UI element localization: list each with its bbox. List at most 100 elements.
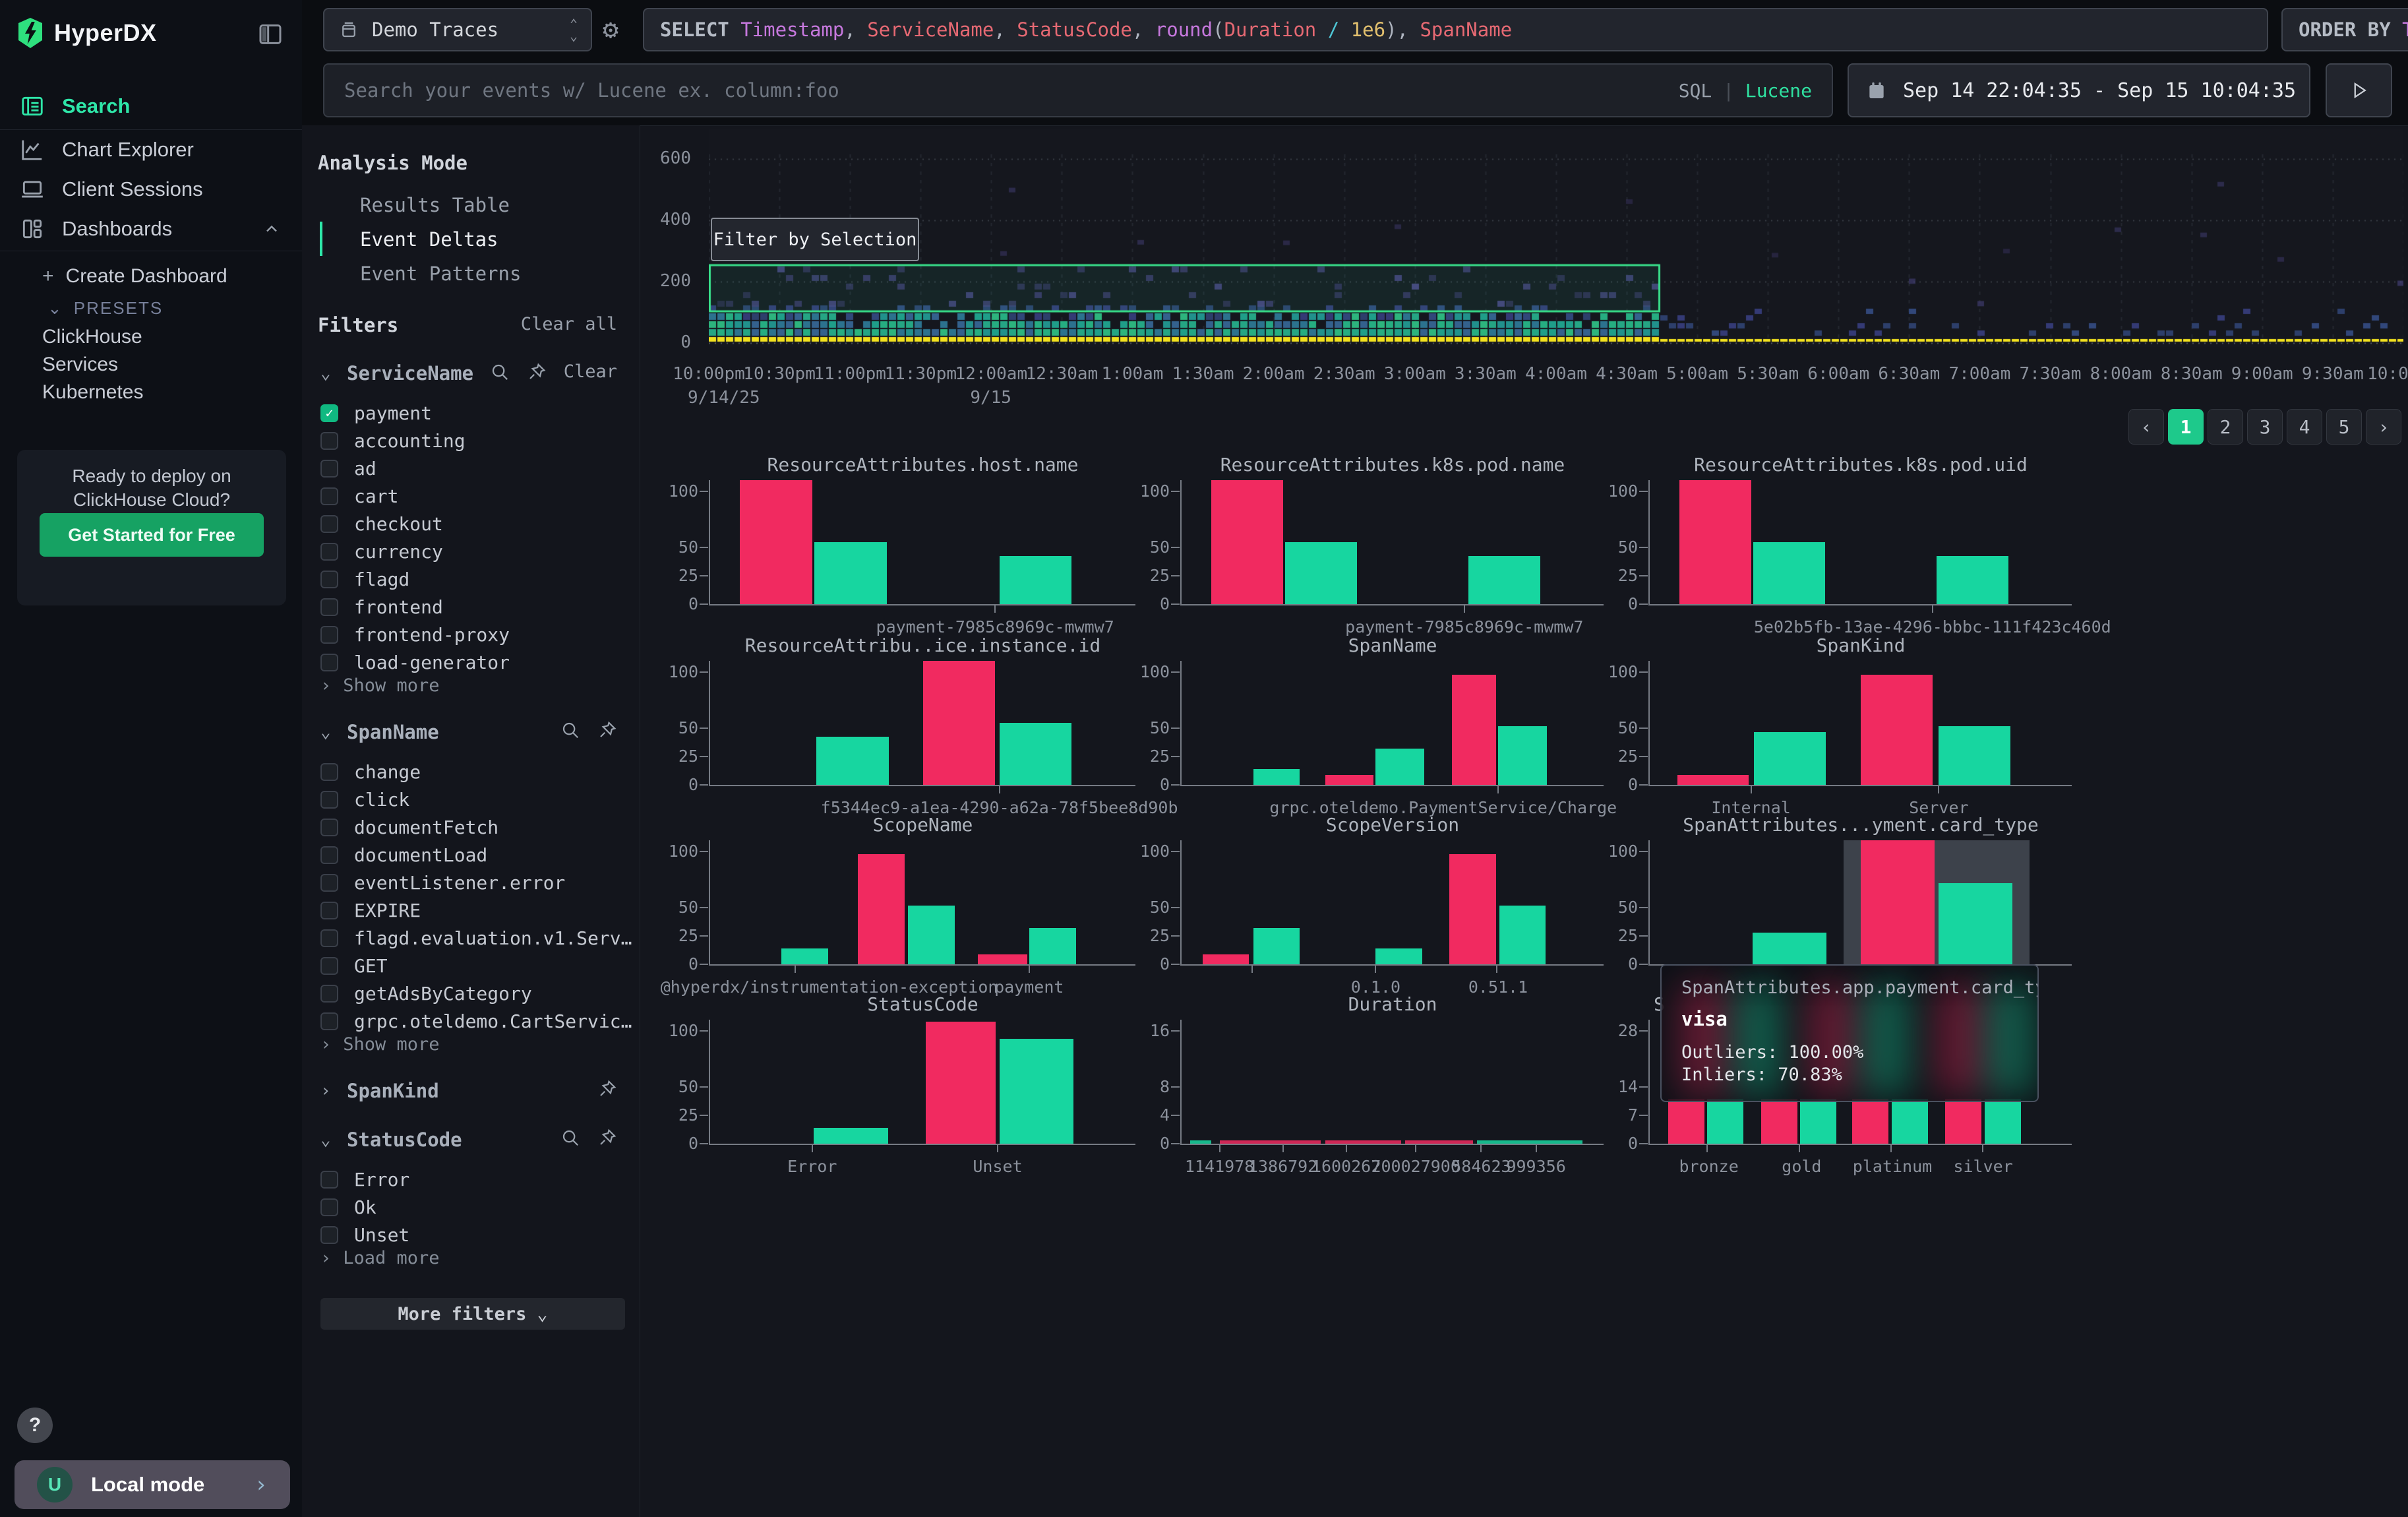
chevron-down-icon[interactable]: ⌄ <box>320 722 338 742</box>
page-button-1[interactable]: 1 <box>2168 409 2204 445</box>
checkbox-unchecked[interactable] <box>320 1226 338 1244</box>
filter-option-label[interactable]: currency <box>354 541 443 563</box>
filter-checkbox-row[interactable]: getAdsByCategory <box>320 979 532 1008</box>
filter-option-label[interactable]: load-generator <box>354 652 510 673</box>
filter-option-label[interactable]: cart <box>354 485 398 507</box>
filter-show-more[interactable]: ›Show more <box>320 1034 440 1055</box>
gear-icon[interactable]: ⚙ <box>603 15 618 45</box>
checkbox-unchecked[interactable] <box>320 487 338 505</box>
checkbox-unchecked[interactable] <box>320 515 338 533</box>
filter-option-label[interactable]: getAdsByCategory <box>354 983 532 1005</box>
analysis-mode-results-table[interactable]: Results Table <box>360 194 510 216</box>
checkbox-unchecked[interactable] <box>320 626 338 644</box>
chevron-right-icon[interactable]: › <box>320 1081 338 1101</box>
events-heatmap[interactable] <box>709 129 2403 347</box>
filter-option-label[interactable]: EXPIRE <box>354 900 421 921</box>
page-button-5[interactable]: 5 <box>2326 409 2362 445</box>
more-filters-button[interactable]: More filters⌄ <box>320 1298 625 1330</box>
filter-option-label[interactable]: Error <box>354 1169 409 1191</box>
filter-option-label[interactable]: grpc.oteldemo.CartServic… <box>354 1010 632 1032</box>
checkbox-unchecked[interactable] <box>320 957 338 975</box>
checkbox-checked[interactable]: ✓ <box>320 404 338 422</box>
page-prev-button[interactable]: ‹ <box>2128 409 2164 445</box>
filter-checkbox-row[interactable]: Error <box>320 1165 409 1194</box>
checkbox-unchecked[interactable] <box>320 1012 338 1030</box>
checkbox-unchecked[interactable] <box>320 543 338 561</box>
filter-checkbox-row[interactable]: checkout <box>320 509 443 538</box>
pin-icon[interactable] <box>597 720 617 740</box>
filter-checkbox-row[interactable]: change <box>320 757 421 786</box>
filter-option-label[interactable]: documentLoad <box>354 844 487 866</box>
sidebar-item-client-sessions[interactable]: Client Sessions <box>0 170 302 208</box>
sidebar-item-clickhouse[interactable]: ClickHouse <box>42 326 142 348</box>
filter-checkbox-row[interactable]: cart <box>320 481 398 511</box>
filter-option-label[interactable]: eventListener.error <box>354 872 565 894</box>
lucene-toggle[interactable]: Lucene <box>1745 80 1812 102</box>
filter-option-label[interactable]: accounting <box>354 430 466 452</box>
filter-checkbox-row[interactable]: documentFetch <box>320 813 498 842</box>
checkbox-unchecked[interactable] <box>320 791 338 809</box>
filter-option-label[interactable]: documentFetch <box>354 817 498 838</box>
filter-checkbox-row[interactable]: click <box>320 785 409 814</box>
checkbox-unchecked[interactable] <box>320 902 338 919</box>
local-mode-button[interactable]: U Local mode › <box>15 1460 290 1509</box>
checkbox-unchecked[interactable] <box>320 985 338 1003</box>
filter-checkbox-row[interactable]: flagd.evaluation.v1.Serv… <box>320 923 632 952</box>
filter-checkbox-row[interactable]: Ok <box>320 1192 376 1222</box>
sidebar-collapse-icon[interactable] <box>257 21 284 47</box>
filter-option-label[interactable]: Ok <box>354 1196 376 1218</box>
filter-checkbox-row[interactable]: accounting <box>320 426 466 455</box>
page-button-2[interactable]: 2 <box>2208 409 2243 445</box>
checkbox-unchecked[interactable] <box>320 1198 338 1216</box>
filter-option-label[interactable]: payment <box>354 402 432 424</box>
checkbox-unchecked[interactable] <box>320 763 338 781</box>
checkbox-unchecked[interactable] <box>320 432 338 450</box>
analysis-mode-event-patterns[interactable]: Event Patterns <box>360 263 521 285</box>
filter-option-label[interactable]: frontend <box>354 596 443 618</box>
search-icon[interactable] <box>560 1128 580 1148</box>
filter-section-name[interactable]: StatusCode <box>347 1129 462 1151</box>
chevron-down-icon[interactable]: ⌄ <box>320 363 338 383</box>
search-input[interactable]: Search your events w/ Lucene ex. column:… <box>323 63 1833 117</box>
checkbox-unchecked[interactable] <box>320 571 338 588</box>
checkbox-unchecked[interactable] <box>320 598 338 616</box>
checkbox-unchecked[interactable] <box>320 1171 338 1189</box>
pin-icon[interactable] <box>597 1128 617 1148</box>
filter-option-label[interactable]: checkout <box>354 513 443 535</box>
page-next-button[interactable]: › <box>2366 409 2401 445</box>
chevron-down-icon[interactable]: ⌄ <box>320 1130 338 1150</box>
filter-section-name[interactable]: SpanName <box>347 721 439 743</box>
filter-checkbox-row[interactable]: EXPIRE <box>320 896 421 925</box>
filter-option-label[interactable]: change <box>354 761 421 783</box>
source-select[interactable]: Demo Traces ⌃⌄ <box>323 8 592 51</box>
date-range-picker[interactable]: Sep 14 22:04:35 - Sep 15 10:04:35 <box>1848 63 2310 117</box>
checkbox-unchecked[interactable] <box>320 654 338 671</box>
filter-option-label[interactable]: flagd.evaluation.v1.Serv… <box>354 927 632 949</box>
run-query-button[interactable] <box>2326 63 2392 117</box>
pin-icon[interactable] <box>597 1079 617 1099</box>
filter-option-label[interactable]: frontend-proxy <box>354 624 510 646</box>
get-started-button[interactable]: Get Started for Free <box>40 513 264 557</box>
help-button[interactable]: ? <box>17 1408 53 1443</box>
filter-option-label[interactable]: flagd <box>354 569 409 590</box>
clear-section-button[interactable]: Clear <box>564 361 617 382</box>
filter-checkbox-row[interactable]: frontend <box>320 592 443 621</box>
filter-option-label[interactable]: GET <box>354 955 388 977</box>
filter-option-label[interactable]: ad <box>354 458 376 480</box>
filter-section-name[interactable]: SpanKind <box>347 1080 439 1102</box>
filter-by-selection-button[interactable]: Filter by Selection <box>711 218 919 261</box>
checkbox-unchecked[interactable] <box>320 929 338 947</box>
filter-checkbox-row[interactable]: documentLoad <box>320 840 487 869</box>
sidebar-item-search[interactable]: Search <box>0 87 302 125</box>
filter-checkbox-row[interactable]: grpc.oteldemo.CartServic… <box>320 1006 632 1036</box>
checkbox-unchecked[interactable] <box>320 460 338 478</box>
search-icon[interactable] <box>560 720 580 740</box>
filter-checkbox-row[interactable]: load-generator <box>320 648 510 677</box>
search-icon[interactable] <box>490 362 510 382</box>
filter-option-label[interactable]: click <box>354 789 409 811</box>
filter-show-more[interactable]: ›Show more <box>320 675 440 696</box>
filter-option-label[interactable]: Unset <box>354 1224 409 1246</box>
analysis-mode-event-deltas[interactable]: Event Deltas <box>360 228 498 251</box>
checkbox-unchecked[interactable] <box>320 874 338 892</box>
filter-checkbox-row[interactable]: GET <box>320 951 388 980</box>
